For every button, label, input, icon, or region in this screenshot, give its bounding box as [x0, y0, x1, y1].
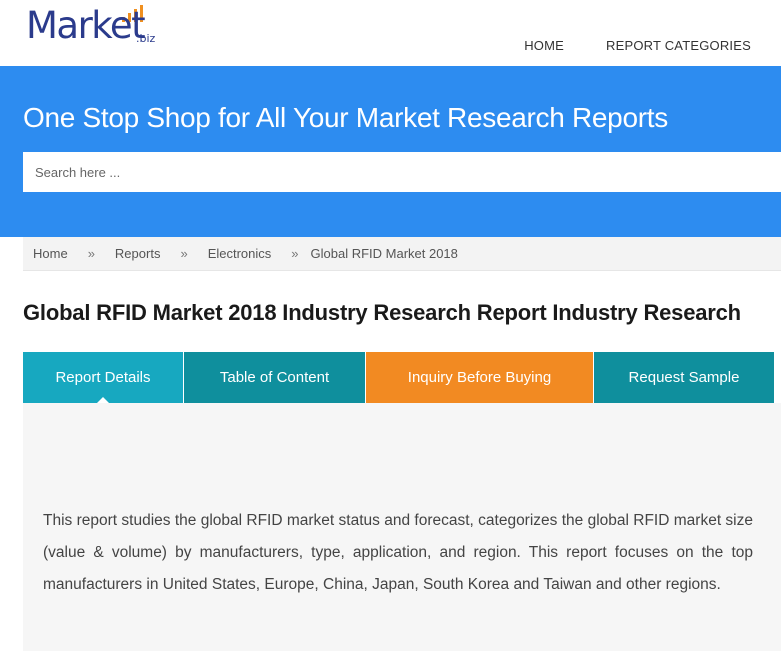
breadcrumb-separator: »: [87, 246, 95, 261]
nav-home-link[interactable]: HOME: [524, 38, 564, 53]
logo-suffix: .biz: [136, 32, 156, 45]
breadcrumb-home[interactable]: Home: [33, 246, 68, 261]
breadcrumb-separator: »: [291, 246, 299, 261]
report-details-panel: This report studies the global RFID mark…: [23, 403, 781, 651]
report-tabs: Report Details Table of Content Inquiry …: [23, 352, 781, 404]
breadcrumb-separator: »: [180, 246, 188, 261]
tab-request-sample[interactable]: Request Sample: [594, 352, 774, 403]
breadcrumb-reports[interactable]: Reports: [115, 246, 161, 261]
tab-table-of-content[interactable]: Table of Content: [184, 352, 366, 403]
site-header: Market .biz HOME REPORT CATEGORIES: [0, 0, 781, 66]
report-description: This report studies the global RFID mark…: [43, 512, 753, 593]
breadcrumb-current: Global RFID Market 2018: [310, 246, 458, 261]
breadcrumb: Home » Reports » Electronics » Global RF…: [33, 246, 458, 261]
tab-label: Report Details: [55, 369, 151, 386]
logo-word: Market: [26, 4, 146, 47]
tab-inquiry-before-buying[interactable]: Inquiry Before Buying: [366, 352, 594, 403]
tab-report-details[interactable]: Report Details: [23, 352, 184, 404]
page-title: Global RFID Market 2018 Industry Researc…: [23, 300, 741, 325]
tab-label: Request Sample: [628, 369, 740, 386]
main-nav: HOME REPORT CATEGORIES: [524, 38, 751, 53]
nav-report-categories-link[interactable]: REPORT CATEGORIES: [606, 38, 751, 53]
search-input[interactable]: [23, 152, 781, 192]
hero-banner: One Stop Shop for All Your Market Resear…: [0, 66, 781, 237]
site-logo[interactable]: Market .biz: [26, 4, 166, 48]
breadcrumb-electronics[interactable]: Electronics: [208, 246, 272, 261]
breadcrumb-bar: Home » Reports » Electronics » Global RF…: [23, 237, 781, 271]
tab-label: Table of Content: [219, 369, 330, 386]
tab-label: Inquiry Before Buying: [407, 369, 552, 386]
hero-title: One Stop Shop for All Your Market Resear…: [23, 102, 668, 133]
